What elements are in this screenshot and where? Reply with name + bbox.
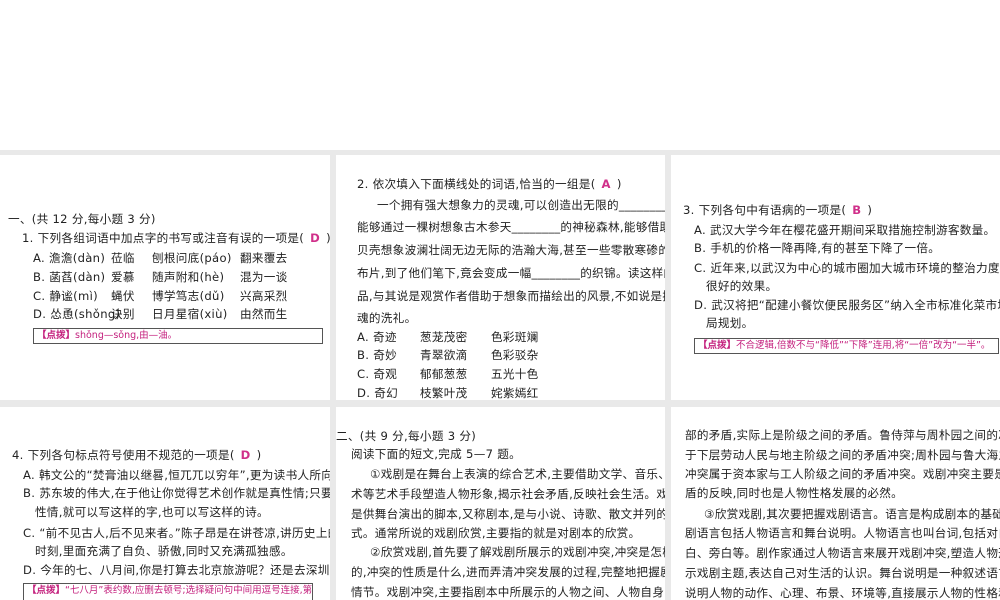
passage-line: 布片,到了他们笔下,竟会变成一幅________的织锦。读这样的作: [357, 266, 665, 280]
option-a: A. 韩文公的“焚膏油以继晷,恒兀兀以穷年”,更为读书人所向往。: [23, 468, 330, 482]
option-d: D. 怂恿(shǒng): [33, 307, 121, 321]
passage-line: 一个拥有强大想象力的灵魂,可以创造出无限的________。他: [377, 198, 665, 212]
option-d-2: 枝繁叶茂: [420, 386, 468, 400]
option-a: A. 奇迹: [357, 330, 397, 344]
reading-passage-continued-panel: 部的矛盾,实际上是阶级之间的矛盾。鲁侍萍与周朴园之间的冲突属 于下层劳动人民与地…: [671, 407, 1000, 600]
option-a-4: 翻来覆去: [240, 251, 288, 265]
passage-line: 的,冲突的性质是什么,进而弄清冲突发展的过程,完整地把握剧本的: [351, 565, 665, 579]
separator-middle: [0, 400, 1000, 407]
option-b: B. 苏东坡的伟大,在于他让你觉得艺术创作就是真性情;只要你有真: [23, 486, 330, 500]
option-a-3: 色彩斑斓: [491, 330, 539, 344]
passage-line: 能够通过一棵树想象古木参天________的神秘森林,能够借助一片: [357, 220, 665, 234]
option-a-3: 刨根问底(páo): [152, 251, 232, 265]
option-a-2: 莅临: [111, 251, 135, 265]
option-d: D. 今年的七、八月间,你是打算去北京旅游呢？还是去深圳旅游？: [23, 563, 330, 577]
question-stem: 4. 下列各句标点符号使用不规范的一项是( D): [12, 447, 261, 463]
answer: B: [852, 203, 862, 217]
passage-line: 冲突属于资本家与工人阶级之间的矛盾冲突。戏剧冲突主要是社会矛: [685, 467, 1000, 481]
passage-line: 白、旁白等。剧作家通过人物语言来展开戏剧冲突,塑造人物形象,揭: [685, 546, 1000, 560]
option-b-3: 色彩驳杂: [491, 348, 539, 362]
paren: ): [616, 177, 622, 191]
option-b-3: 随声附和(hè): [152, 270, 225, 284]
option-c-2: 郁郁葱葱: [420, 367, 468, 381]
passage-line: 部的矛盾,实际上是阶级之间的矛盾。鲁侍萍与周朴园之间的冲突属: [685, 428, 1000, 442]
hint-box: 【点拨】shǒng—sǒng,由—油。: [33, 328, 323, 344]
option-b-4: 混为一谈: [240, 270, 288, 284]
option-a-2: 葱茏茂密: [420, 330, 468, 344]
passage-line: ③欣赏戏剧,其次要把握戏剧语言。语言是构成剧本的基础。戏: [704, 507, 1000, 521]
passage-line: ②欣赏戏剧,首先要了解戏剧所展示的戏剧冲突,冲突是怎样形成: [370, 545, 665, 559]
paren: ): [326, 231, 330, 245]
option-d-4: 由然而生: [240, 307, 288, 321]
cell: A. 澹澹(dàn): [33, 251, 106, 265]
option-a: A. 武汉大学今年在樱花盛开期间采取措施控制游客数量。: [694, 223, 996, 237]
question-1-panel: 一、(共 12 分,每小题 3 分) 1. 下列各组词语中加点字的书写或注音有误…: [0, 155, 330, 400]
passage-line: 说明人物的动作、心理、布景、环境等,直接展示人物的性格和戏剧的情: [685, 586, 1000, 600]
question-2-panel: 2. 依次填入下面横线处的词语,恰当的一组是( A) 一个拥有强大想象力的灵魂,可…: [336, 155, 665, 400]
question-text: 2. 依次填入下面横线处的词语,恰当的一组是(: [357, 177, 596, 191]
passage-line: 是供舞台演出的脚本,又称剧本,是与小说、诗歌、散文并列的文学样: [351, 507, 665, 521]
question-text: 4. 下列各句标点符号使用不规范的一项是(: [12, 448, 235, 462]
question-stem: 3. 下列各句中有语病的一项是( B): [683, 202, 872, 218]
hint-label: 【点拨】: [37, 330, 76, 341]
option-c-cont: 很好的效果。: [706, 279, 778, 293]
option-c-4: 兴高采烈: [240, 289, 288, 303]
hint-label: 【点拨】: [698, 340, 737, 351]
hint-text: 不合逻辑,倍数不与“降低”“下降”连用,将“一倍”改为“一半”。: [736, 340, 991, 351]
option-c: C. 奇观: [357, 367, 398, 381]
option-d: D. 奇幻: [357, 386, 398, 400]
section-heading: 二、(共 9 分,每小题 3 分): [336, 429, 477, 443]
passage-line: 示戏剧主题,表达自己对生活的认识。舞台说明是一种叙述语言,用来: [685, 566, 1000, 580]
option-c: C. “前不见古人,后不见来者。”陈子昂是在讲苍凉,讲历史上的苍凉: [23, 526, 330, 540]
option-b: B. 菡萏(dàn): [33, 270, 106, 284]
option-d-cont: 局规划。: [706, 316, 754, 330]
question-text: 1. 下列各组词语中加点字的书写或注音有误的一项是(: [22, 231, 305, 245]
option-c-2: 蝇伏: [111, 289, 135, 303]
passage-line: 于下层劳动人民与地主阶级之间的矛盾冲突;周朴园与鲁大海之间的: [685, 448, 1000, 462]
option-c: C. 静谧(mì): [33, 289, 98, 303]
paren: ): [867, 203, 873, 217]
option-b: B. 手机的价格一降再降,有的甚至下降了一倍。: [694, 241, 941, 255]
option-d-2: 诀别: [111, 307, 135, 321]
option-d-3: 日月星宿(xiù): [152, 307, 228, 321]
option-b: B. 奇妙: [357, 348, 398, 362]
paren: ): [256, 448, 262, 462]
question-stem: 1. 下列各组词语中加点字的书写或注音有误的一项是( D): [22, 230, 330, 246]
reading-passage-panel: 二、(共 9 分,每小题 3 分) 阅读下面的短文,完成 5—7 题。 ①戏剧是…: [336, 407, 665, 600]
hint-text: shǒng—sǒng,由—油。: [75, 330, 178, 341]
option-b-cont: 性情,就可以写这样的字,也可以写这样的诗。: [35, 505, 269, 519]
passage-line: 术等艺术手段塑造人物形象,揭示社会矛盾,反映社会生活。戏剧文学: [351, 487, 665, 501]
passage-line: 盾的反映,同时也是人物性格发展的必然。: [685, 486, 904, 500]
answer: D: [310, 231, 321, 245]
hint-box: 【点拨】“七八月”表约数,应删去顿号;选择疑问句中间用逗号连接,第一个问: [23, 583, 313, 600]
passage-line: 品,与其说是观赏作者借助于想象而描绘出的风景,不如说是接受灵: [357, 289, 665, 303]
passage-line: 剧语言包括人物语言和舞台说明。人物语言也叫台词,包括对白、独: [685, 526, 1000, 540]
option-b-2: 青翠欲滴: [420, 348, 468, 362]
reading-instruction: 阅读下面的短文,完成 5—7 题。: [351, 447, 522, 461]
answer: D: [240, 448, 251, 462]
question-4-panel: 4. 下列各句标点符号使用不规范的一项是( D) A. 韩文公的“焚膏油以继晷,恒…: [0, 407, 330, 600]
option-c-3: 五光十色: [491, 367, 539, 381]
question-text: 3. 下列各句中有语病的一项是(: [683, 203, 847, 217]
passage-line: ①戏剧是在舞台上表演的综合艺术,主要借助文学、音乐、舞蹈、美: [370, 467, 665, 481]
section-heading: 一、(共 12 分,每小题 3 分): [8, 212, 156, 226]
hint-label: 【点拨】: [27, 585, 66, 596]
option-d: D. 武汉将把“配建小餐饮便民服务区”纳入全市标准化菜市场空间布: [694, 298, 1000, 312]
question-3-panel: 3. 下列各句中有语病的一项是( B) A. 武汉大学今年在樱花盛开期间采取措施控…: [671, 155, 1000, 400]
hint-text: “七八月”表约数,应删去顿号;选择疑问句中间用逗号连接,第一个问: [65, 585, 313, 596]
option-b-2: 爱慕: [111, 270, 135, 284]
option-d-3: 姹紫嫣红: [491, 386, 539, 400]
answer: A: [601, 177, 611, 191]
passage-line: 情节。戏剧冲突,主要指剧本中所展示的人物之间、人物自身以及人与: [351, 585, 665, 599]
passage-line: 贝壳想象波澜壮阔无边无际的浩瀚大海,甚至一些零散寒碜的线头: [357, 243, 665, 257]
option-c-cont: 时刻,里面充满了自负、骄傲,同时又充满孤独感。: [35, 544, 293, 558]
option-a: A. 澹澹(dàn): [33, 250, 105, 266]
hint-box: 【点拨】不合逻辑,倍数不与“降低”“下降”连用,将“一倍”改为“一半”。: [694, 338, 999, 354]
option-c: C. 近年来,以武汉为中心的城市圈加大城市环境的整治力度,取得了: [694, 261, 1000, 275]
passage-line: 魂的洗礼。: [357, 311, 417, 325]
option-c-3: 博学笃志(dǔ): [152, 289, 225, 303]
question-stem: 2. 依次填入下面横线处的词语,恰当的一组是( A): [357, 176, 622, 192]
passage-line: 式。通常所说的戏剧欣赏,主要指的就是对剧本的欣赏。: [351, 526, 641, 540]
